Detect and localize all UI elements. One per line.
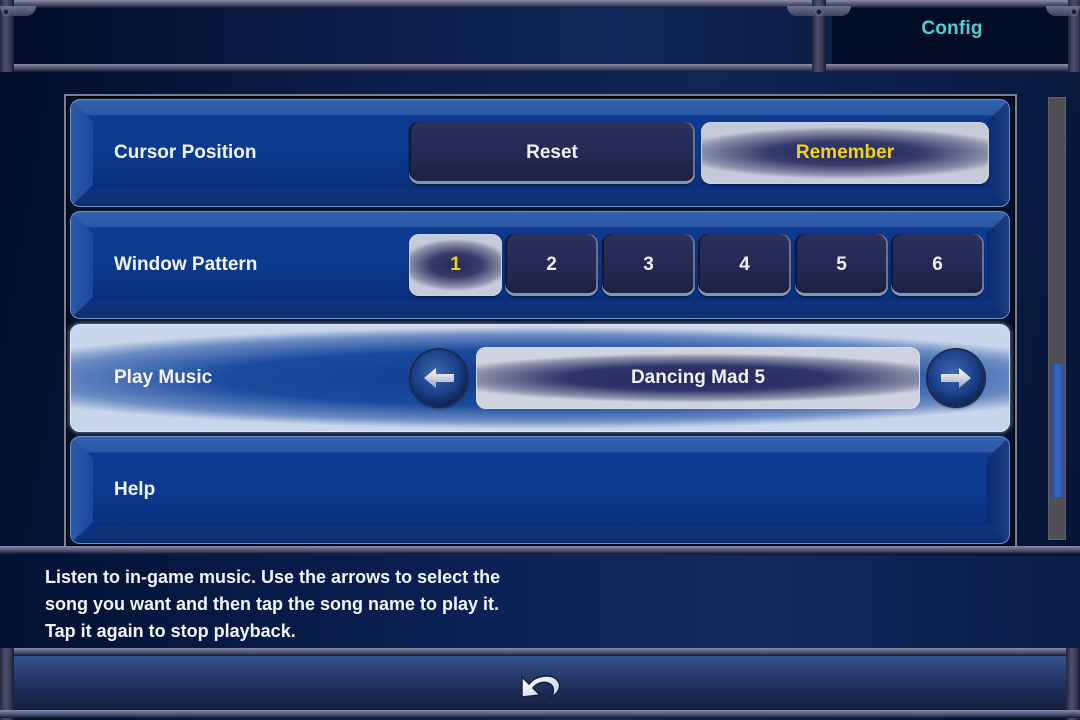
header: Config <box>0 0 1080 72</box>
frame-bar-desc-top <box>0 546 1080 554</box>
bolt-icon <box>2 8 10 16</box>
description-text: Listen to in-game music. Use the arrows … <box>45 567 501 641</box>
setting-row-cursor-position: Cursor Position Reset Remember <box>70 99 1010 207</box>
bolt-icon <box>815 8 823 16</box>
scrollbar-thumb[interactable] <box>1052 364 1063 497</box>
setting-row-help[interactable]: Help <box>70 436 1010 544</box>
setting-label: Help <box>114 479 156 500</box>
bolt-icon <box>1070 8 1078 16</box>
header-title-tab: Config <box>832 8 1068 64</box>
header-banner <box>8 8 818 64</box>
setting-label: Play Music <box>114 367 213 388</box>
window-pattern-1-button[interactable]: 1 <box>409 234 502 296</box>
setting-label: Window Pattern <box>114 254 258 275</box>
frame-bar-top <box>0 0 1080 8</box>
next-song-button[interactable] <box>928 350 984 406</box>
scrollbar[interactable] <box>1048 97 1066 540</box>
window-pattern-2-button[interactable]: 2 <box>505 234 598 296</box>
setting-row-play-music: Play Music Dancing Mad 5 <box>70 324 1010 432</box>
window-pattern-5-button[interactable]: 5 <box>795 234 888 296</box>
frame-bar-header-bottom <box>0 64 1080 72</box>
back-button[interactable] <box>516 664 564 704</box>
frame-bar-footer-top <box>0 648 1080 656</box>
page-title: Config <box>921 18 983 39</box>
setting-row-window-pattern: Window Pattern 1 2 3 4 5 6 <box>70 211 1010 319</box>
description-panel: Listen to in-game music. Use the arrows … <box>0 556 1080 648</box>
arrow-right-icon <box>941 368 971 388</box>
undo-arrow-icon <box>521 675 561 699</box>
frame-bar-bottom <box>0 710 1080 718</box>
setting-label: Cursor Position <box>114 142 257 163</box>
cursor-remember-button[interactable]: Remember <box>701 122 989 184</box>
arrow-left-icon <box>424 368 454 388</box>
window-pattern-4-button[interactable]: 4 <box>698 234 791 296</box>
song-name-play-button[interactable]: Dancing Mad 5 <box>476 347 920 409</box>
previous-song-button[interactable] <box>411 350 467 406</box>
window-pattern-3-button[interactable]: 3 <box>602 234 695 296</box>
window-pattern-6-button[interactable]: 6 <box>891 234 984 296</box>
cursor-reset-button[interactable]: Reset <box>409 122 695 184</box>
